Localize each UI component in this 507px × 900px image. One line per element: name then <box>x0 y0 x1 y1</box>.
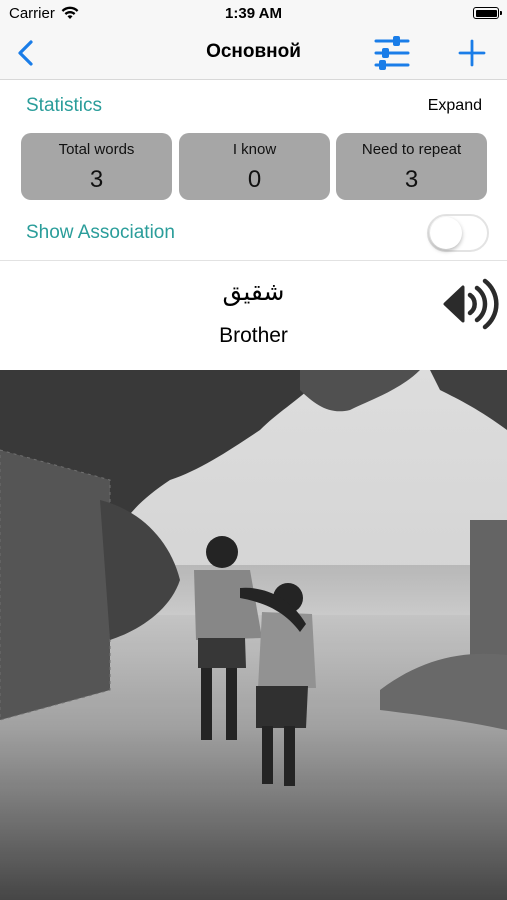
word-arabic: شقيق <box>222 277 285 306</box>
stat-label: I know <box>232 141 277 158</box>
show-association-label: Show Association <box>26 222 175 243</box>
statistics-title: Statistics <box>26 95 103 116</box>
word-translation: Brother <box>219 324 288 347</box>
stat-value: 3 <box>89 166 104 193</box>
navigation-bar: Основной <box>0 28 507 80</box>
stat-need-to-repeat: Need to repeat 3 <box>336 133 487 200</box>
back-chevron-icon[interactable] <box>12 38 42 68</box>
stat-i-know: I know 0 <box>179 133 330 200</box>
filter-sliders-icon[interactable] <box>372 33 412 73</box>
expand-button[interactable]: Expand <box>428 97 482 115</box>
two-boys-walking-image <box>0 370 507 900</box>
battery-icon <box>473 7 502 19</box>
status-bar: Carrier 1:39 AM <box>0 0 507 28</box>
page-title: Основной <box>206 41 301 62</box>
speaker-icon[interactable] <box>441 277 499 331</box>
stat-label: Need to repeat <box>361 141 462 158</box>
toggle-knob <box>430 217 462 249</box>
stat-total-words: Total words 3 <box>21 133 172 200</box>
stat-label: Total words <box>58 141 135 158</box>
divider <box>0 260 507 261</box>
statistics-header: Statistics Expand <box>0 80 507 130</box>
status-time: 1:39 AM <box>225 5 282 22</box>
add-plus-icon[interactable] <box>455 36 489 70</box>
stat-value: 0 <box>247 166 262 193</box>
association-photo <box>0 370 507 900</box>
stat-value: 3 <box>404 166 419 193</box>
show-association-toggle[interactable] <box>427 214 489 252</box>
